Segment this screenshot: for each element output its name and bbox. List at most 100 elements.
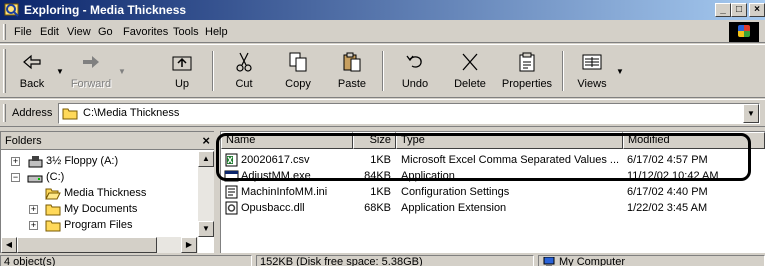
file-modified: 11/12/02 10:42 AM: [627, 170, 719, 182]
expand-icon[interactable]: +: [29, 221, 38, 230]
column-header-type[interactable]: Type: [396, 132, 623, 149]
folder-icon: [62, 108, 78, 120]
menu-tools[interactable]: Tools: [173, 26, 199, 38]
paste-button[interactable]: Paste: [330, 49, 374, 95]
file-row[interactable]: MachinInfoMM.ini 1KB Configuration Setti…: [221, 184, 765, 200]
column-header-modified[interactable]: Modified: [623, 132, 765, 149]
file-type: Configuration Settings: [401, 186, 510, 198]
status-bar: 4 object(s) 152KB (Disk free space: 5.38…: [0, 254, 765, 266]
maximize-button[interactable]: □: [731, 3, 747, 17]
toolbar-separator: [382, 51, 384, 91]
file-type: Microsoft Excel Comma Separated Values .…: [401, 154, 620, 166]
folders-vertical-scrollbar[interactable]: ▲ ▼: [198, 151, 214, 237]
menu-help[interactable]: Help: [205, 26, 228, 38]
properties-button[interactable]: Properties: [497, 49, 557, 95]
delete-x-icon: [462, 53, 478, 71]
tree-label: Media Thickness: [64, 187, 147, 199]
forward-arrow-icon: [83, 56, 99, 68]
folders-horizontal-scrollbar[interactable]: ◀ ▶: [1, 237, 198, 253]
expand-icon[interactable]: +: [11, 157, 20, 166]
file-type: Application Extension: [401, 202, 507, 214]
scroll-left-button[interactable]: ◀: [1, 237, 17, 253]
address-label: Address: [12, 107, 53, 119]
column-header-size[interactable]: Size: [353, 132, 396, 149]
file-modified: 1/22/02 3:45 AM: [627, 202, 708, 214]
menu-grip[interactable]: [3, 24, 6, 40]
excel-csv-icon: [225, 153, 238, 167]
close-button[interactable]: ×: [749, 3, 765, 17]
window-title: Exploring - Media Thickness: [24, 3, 187, 17]
windows-logo-icon: [729, 22, 759, 42]
tree-item-my-documents[interactable]: + My Documents: [1, 202, 197, 218]
minimize-button[interactable]: _: [715, 3, 731, 17]
back-button[interactable]: Back: [10, 49, 54, 95]
file-name: AdjustMM.exe: [241, 170, 311, 182]
close-pane-icon[interactable]: ×: [202, 133, 210, 148]
undo-icon: [406, 55, 422, 68]
tree-item-floppy[interactable]: + 3½ Floppy (A:): [1, 154, 197, 170]
cut-button[interactable]: Cut: [222, 49, 266, 95]
toolbar-separator: [212, 51, 214, 91]
file-row[interactable]: AdjustMM.exe 84KB Application 11/12/02 1…: [221, 168, 765, 184]
tree-label: My Documents: [64, 203, 138, 215]
tree-item-program-files[interactable]: + Program Files: [1, 218, 197, 234]
paste-label: Paste: [337, 78, 367, 90]
folder-icon: [45, 220, 61, 232]
delete-button[interactable]: Delete: [446, 49, 494, 95]
file-row[interactable]: 20020617.csv 1KB Microsoft Excel Comma S…: [221, 152, 765, 168]
forward-dropdown-icon[interactable]: ▼: [118, 67, 126, 76]
menu-file[interactable]: File: [14, 26, 32, 38]
address-grip[interactable]: [3, 104, 6, 122]
file-size: 1KB: [370, 186, 391, 198]
column-header-name[interactable]: Name: [221, 132, 353, 149]
copy-icon: [289, 52, 307, 72]
address-value: C:\Media Thickness: [83, 107, 180, 119]
forward-button[interactable]: Forward: [66, 49, 116, 95]
file-modified: 6/17/02 4:40 PM: [627, 186, 708, 198]
file-name: Opusbacc.dll: [241, 202, 305, 214]
tree-item-media-thickness[interactable]: Media Thickness: [1, 186, 197, 202]
undo-button[interactable]: Undo: [393, 49, 437, 95]
copy-button[interactable]: Copy: [276, 49, 320, 95]
explorer-icon: [4, 3, 19, 17]
folders-title: Folders: [5, 135, 42, 147]
tree-item-c-drive[interactable]: − (C:): [1, 170, 197, 186]
back-label: Back: [19, 78, 45, 90]
views-button[interactable]: Views: [570, 49, 614, 95]
dll-file-icon: [225, 201, 238, 215]
properties-label: Properties: [501, 78, 553, 90]
scroll-up-button[interactable]: ▲: [198, 151, 214, 167]
toolbar-grip[interactable]: [3, 49, 6, 93]
delete-label: Delete: [454, 78, 486, 90]
application-icon: [224, 170, 239, 182]
ini-file-icon: [225, 185, 238, 199]
menu-view[interactable]: View: [67, 26, 91, 38]
properties-icon: [519, 52, 535, 72]
folder-icon: [45, 204, 61, 216]
collapse-icon[interactable]: −: [11, 173, 20, 182]
floppy-drive-icon: [28, 156, 43, 168]
back-dropdown-icon[interactable]: ▼: [56, 67, 64, 76]
cut-label: Cut: [235, 78, 253, 90]
up-button[interactable]: Up: [160, 49, 204, 95]
scroll-thumb[interactable]: [17, 237, 157, 253]
address-dropdown-button[interactable]: ▼: [743, 104, 759, 123]
menu-edit[interactable]: Edit: [40, 26, 59, 38]
title-bar[interactable]: Exploring - Media Thickness _ □ ×: [0, 0, 765, 20]
my-computer-icon: [543, 257, 555, 266]
scroll-right-button[interactable]: ▶: [181, 237, 197, 253]
address-input[interactable]: C:\Media Thickness ▼: [58, 103, 760, 124]
tree-label: Program Files: [64, 219, 133, 231]
folders-header: Folders ×: [1, 132, 214, 150]
file-name: MachinInfoMM.ini: [241, 186, 328, 198]
views-dropdown-icon[interactable]: ▼: [616, 67, 624, 76]
menu-favorites[interactable]: Favorites: [123, 26, 168, 38]
open-folder-icon: [45, 188, 61, 200]
expand-icon[interactable]: +: [29, 205, 38, 214]
tree-label: 3½ Floppy (A:): [46, 155, 119, 167]
scissors-icon: [236, 52, 252, 72]
scroll-down-button[interactable]: ▼: [198, 221, 214, 237]
menu-go[interactable]: Go: [98, 26, 113, 38]
paste-icon: [343, 52, 361, 72]
file-row[interactable]: Opusbacc.dll 68KB Application Extension …: [221, 200, 765, 216]
